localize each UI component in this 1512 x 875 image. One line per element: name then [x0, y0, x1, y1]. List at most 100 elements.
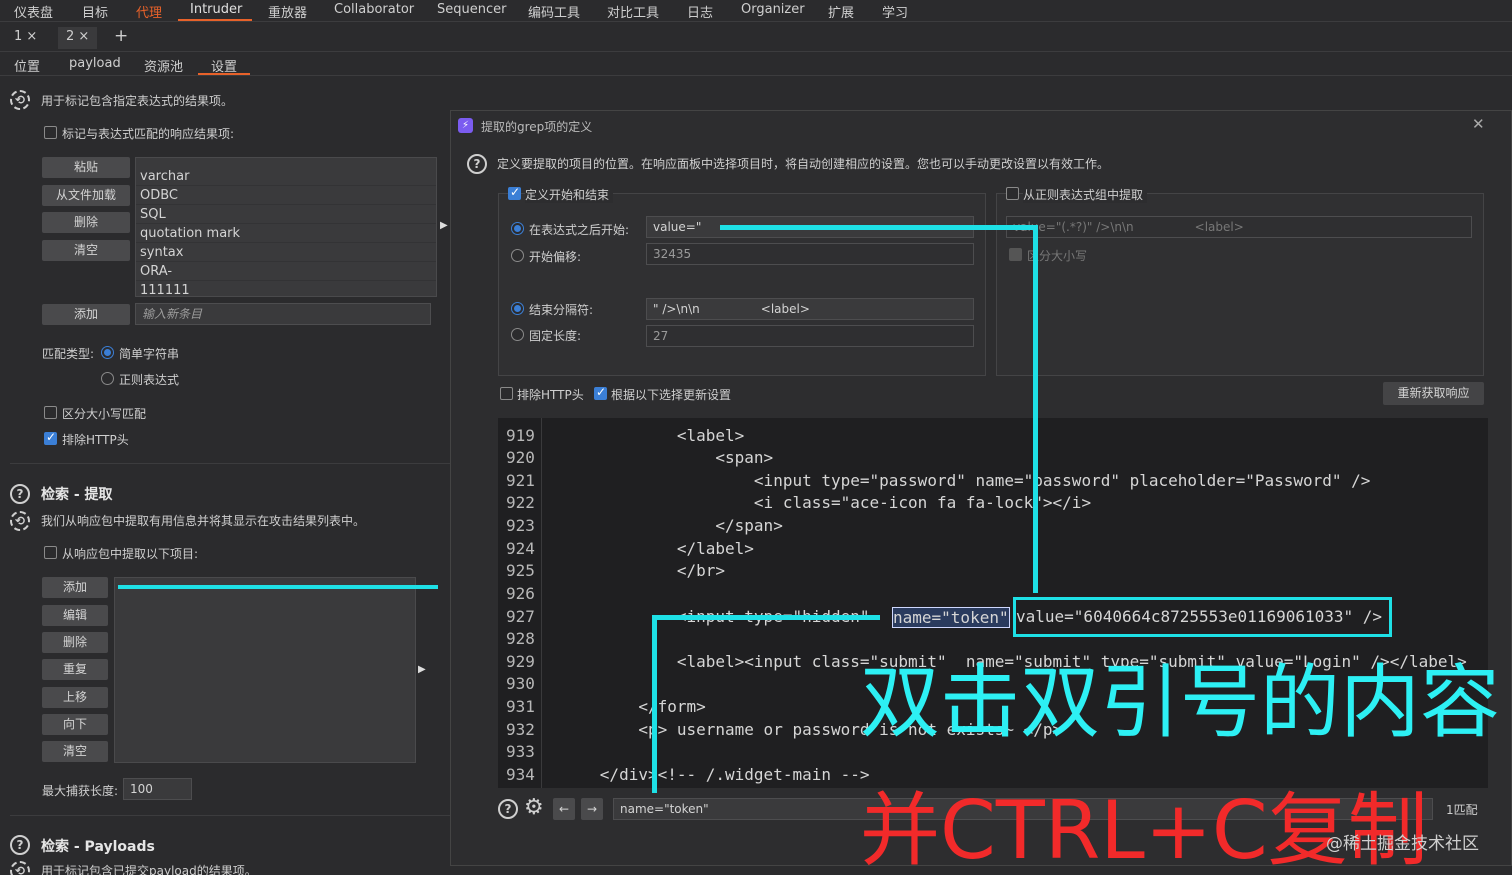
menu-organizer[interactable]: Organizer: [741, 2, 805, 17]
code-line: <span>: [542, 448, 774, 467]
clear-button[interactable]: 清空: [42, 240, 130, 261]
match-type-label: 匹配类型:: [42, 347, 95, 361]
flag-match-label: 标记与表达式匹配的响应结果项:: [62, 127, 235, 141]
menu-collaborator[interactable]: Collaborator: [334, 2, 414, 17]
new-item-input[interactable]: 输入新条目: [135, 303, 431, 325]
extract-edit-button[interactable]: 编辑: [42, 605, 108, 626]
menu-learn[interactable]: 学习: [882, 2, 908, 21]
extract-duplicate-button[interactable]: 重复: [42, 659, 108, 680]
dialog-exclude-http-checkbox[interactable]: [500, 387, 513, 400]
annotation-line: [118, 585, 438, 589]
subtab-positions[interactable]: 位置: [14, 56, 40, 75]
menu-target[interactable]: 目标: [82, 2, 108, 21]
case-sensitive-checkbox[interactable]: [44, 406, 57, 419]
flag-match-checkbox[interactable]: [44, 126, 57, 139]
extract-remove-button[interactable]: 删除: [42, 632, 108, 653]
subtab-resource-pool[interactable]: 资源池: [144, 56, 183, 75]
regex-input[interactable]: value="(.*?)" />\n\n <label>: [1006, 216, 1472, 238]
token-name-highlight[interactable]: name="token": [892, 607, 1010, 628]
menu-repeater[interactable]: 重放器: [268, 2, 307, 21]
subtab-payloads[interactable]: payload: [69, 56, 121, 71]
start-offset-input[interactable]: 32435: [646, 243, 974, 265]
list-item[interactable]: SQL: [136, 205, 436, 224]
code-line: </br>: [542, 561, 726, 580]
refetch-response-button[interactable]: 重新获取响应: [1383, 382, 1484, 405]
line-number: 930: [506, 674, 535, 693]
dialog-desc: 定义要提取的项目的位置。在响应面板中选择项目时，将自动创建相应的设置。您也可以手…: [497, 157, 1110, 171]
update-config-checkbox[interactable]: [594, 385, 607, 400]
list-item[interactable]: quotation mark: [136, 224, 436, 243]
line-number: 923: [506, 516, 535, 535]
list-item[interactable]: ODBC: [136, 186, 436, 205]
list-item[interactable]: ORA-: [136, 262, 436, 281]
code-line: <label>: [542, 426, 745, 445]
tab-2[interactable]: 2 ×: [58, 27, 98, 49]
match-list[interactable]: varchar ODBC SQL quotation mark syntax O…: [135, 157, 437, 297]
section-divider: [10, 815, 450, 816]
help-icon[interactable]: ?: [498, 799, 518, 819]
menu-comparer[interactable]: 对比工具: [607, 2, 659, 21]
close-icon[interactable]: ✕: [1472, 115, 1485, 133]
arrow-left-icon[interactable]: ←: [553, 798, 575, 820]
grep-payloads-desc: 用于标记包含已提交payload的结果项。: [41, 864, 257, 875]
extract-add-button[interactable]: 添加: [42, 577, 108, 598]
extract-up-button[interactable]: 上移: [42, 687, 108, 708]
subtab-indicator: [198, 73, 250, 75]
line-number: 925: [506, 561, 535, 580]
expand-arrow-icon[interactable]: ▶: [418, 664, 426, 675]
line-number: 931: [506, 697, 535, 716]
list-item[interactable]: 111111: [136, 281, 436, 296]
add-item-button[interactable]: 添加: [42, 304, 130, 325]
menu-dashboard[interactable]: 仪表盘: [14, 2, 53, 21]
menu-proxy[interactable]: 代理: [136, 2, 162, 21]
end-delim-radio[interactable]: [511, 302, 524, 315]
add-tab-button[interactable]: +: [106, 24, 136, 46]
extract-down-button[interactable]: 向下: [42, 714, 108, 735]
help-icon[interactable]: ?: [10, 484, 30, 504]
extract-clear-button[interactable]: 清空: [42, 741, 108, 762]
active-tab-indicator: [178, 19, 252, 21]
gear-icon[interactable]: ⚙: [524, 795, 544, 820]
reset-icon[interactable]: ⟲: [10, 90, 30, 110]
start-offset-radio[interactable]: [511, 249, 524, 262]
simple-string-radio[interactable]: [101, 346, 114, 359]
fixed-length-radio[interactable]: [511, 328, 524, 341]
line-number: 922: [506, 493, 535, 512]
fixed-length-input[interactable]: 27: [646, 325, 974, 347]
regex-group-checkbox[interactable]: [1006, 187, 1019, 200]
annotation-line: [652, 615, 880, 620]
code-line: <i class="ace-icon fa fa-lock"></i>: [542, 493, 1092, 512]
code-line: </div><!-- /.widget-main -->: [542, 765, 870, 784]
menu-sequencer[interactable]: Sequencer: [437, 2, 506, 17]
regex-radio[interactable]: [101, 372, 114, 385]
load-file-button[interactable]: 从文件加载: [42, 185, 130, 206]
list-item[interactable]: varchar: [136, 167, 436, 186]
fixed-length-label: 固定长度:: [529, 329, 582, 343]
help-icon[interactable]: ?: [10, 835, 30, 855]
remove-button[interactable]: 删除: [42, 212, 130, 233]
arrow-right-icon[interactable]: →: [581, 798, 603, 820]
intruder-subtabs: 位置 payload 资源池 设置: [0, 53, 1512, 76]
tab-1[interactable]: 1 ×: [6, 27, 45, 49]
list-item[interactable]: syntax: [136, 243, 436, 262]
menu-extensions[interactable]: 扩展: [828, 2, 854, 21]
menu-logger[interactable]: 日志: [687, 2, 713, 21]
start-after-radio[interactable]: [511, 222, 524, 235]
reset-icon[interactable]: ⟲: [10, 511, 30, 531]
expand-arrow-icon[interactable]: ▶: [440, 220, 448, 231]
max-capture-input[interactable]: 100: [123, 778, 192, 800]
paste-button[interactable]: 粘贴: [42, 157, 130, 178]
regex-case-checkbox[interactable]: [1009, 248, 1022, 261]
menu-decoder[interactable]: 编码工具: [528, 2, 580, 21]
extract-list[interactable]: [114, 577, 416, 763]
exclude-http-checkbox[interactable]: [44, 430, 57, 445]
line-number: 929: [506, 652, 535, 671]
menu-intruder[interactable]: Intruder: [190, 2, 242, 17]
extract-items-checkbox[interactable]: [44, 546, 57, 559]
reset-icon[interactable]: ⟲: [10, 861, 30, 875]
help-icon[interactable]: ?: [467, 154, 487, 174]
end-delim-input[interactable]: " />\n\n <label>: [646, 298, 974, 320]
define-start-end-checkbox[interactable]: [508, 185, 521, 200]
case-sensitive-label: 区分大小写匹配: [62, 407, 147, 421]
dialog-title: 提取的grep项的定义: [481, 120, 593, 134]
